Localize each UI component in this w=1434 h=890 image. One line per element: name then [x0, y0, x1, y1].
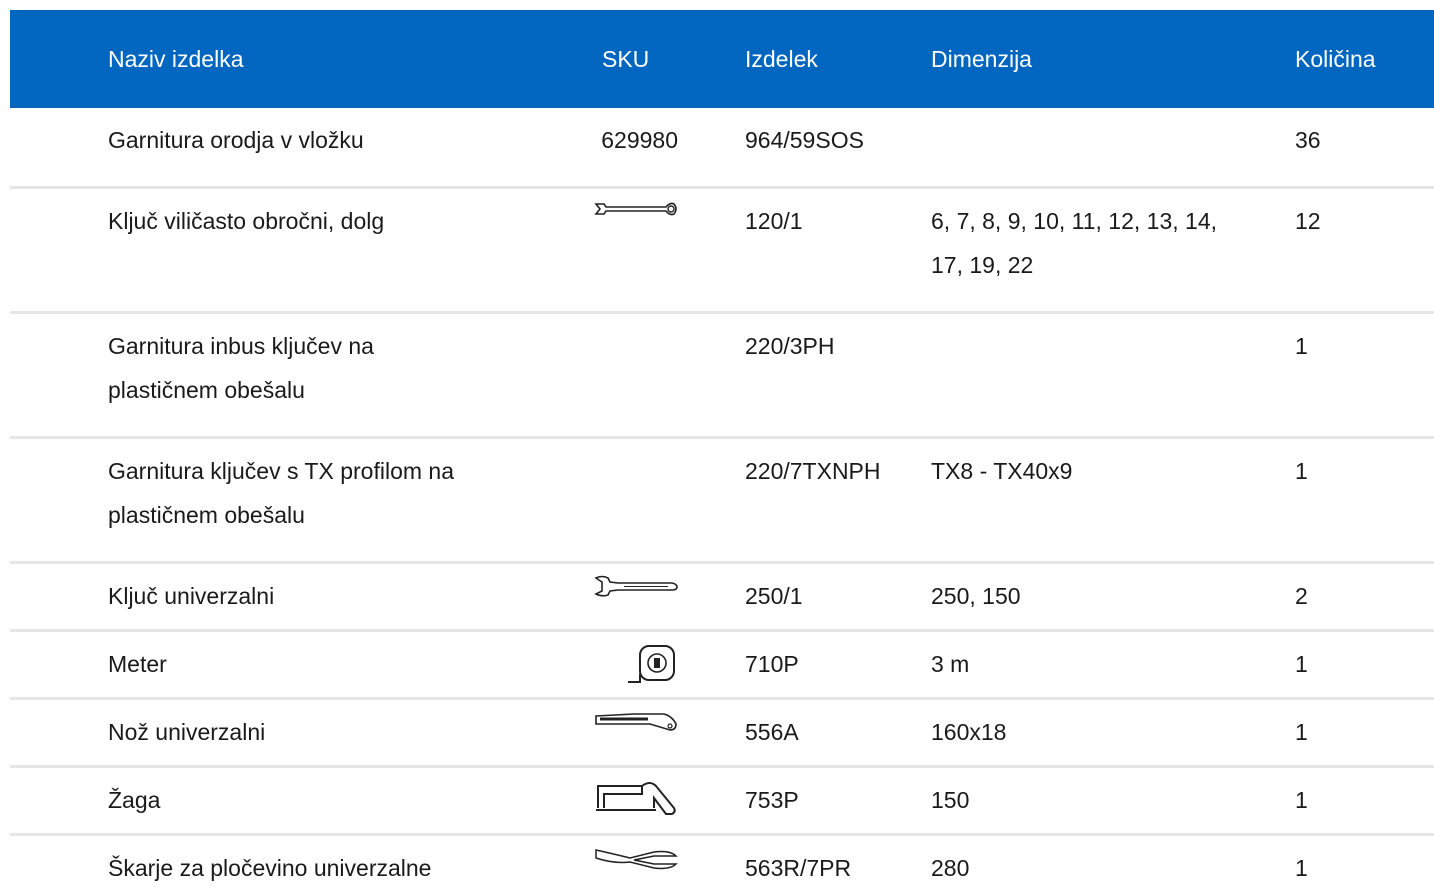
table-header-row: Naziv izdelka SKU Izdelek Dimenzija Koli…	[10, 10, 1434, 108]
table-row[interactable]: Garnitura orodja v vložku 629980 964/59S…	[10, 108, 1434, 188]
product-name[interactable]: Meter	[108, 632, 490, 697]
product-name[interactable]: Nož univerzalni	[108, 700, 490, 765]
product-quantity: 1	[1295, 632, 1434, 697]
product-quantity: 1	[1295, 700, 1434, 765]
products-table: Naziv izdelka SKU Izdelek Dimenzija Koli…	[10, 10, 1434, 890]
tape-measure-icon	[626, 642, 678, 686]
product-dimension: 280	[931, 836, 1238, 890]
product-code[interactable]: 753P	[745, 768, 874, 833]
column-header-product[interactable]: Izdelek	[688, 10, 874, 108]
product-code[interactable]: 964/59SOS	[745, 108, 874, 186]
table-row[interactable]: Garnitura ključev s TX profilom na plast…	[10, 438, 1434, 563]
product-dimension: 6, 7, 8, 9, 10, 11, 12, 13, 14, 17, 19, …	[931, 189, 1238, 311]
table-row[interactable]: Ključ univerzalni 250/1 250, 150 2	[10, 563, 1434, 631]
product-code[interactable]: 120/1	[745, 189, 874, 267]
column-header-dimension[interactable]: Dimenzija	[874, 10, 1238, 108]
product-name[interactable]: Ključ viličasto obročni, dolg	[108, 189, 490, 267]
product-quantity: 1	[1295, 439, 1434, 517]
combination-wrench-icon	[594, 199, 678, 243]
product-dimension: 160x18	[931, 700, 1238, 765]
table-row[interactable]: Ključ viličasto obročni, dolg 120/1 6, 7…	[10, 188, 1434, 313]
product-name[interactable]: Garnitura inbus ključev na plastičnem ob…	[108, 314, 490, 436]
product-name[interactable]: Žaga	[108, 768, 490, 833]
table-row[interactable]: Garnitura inbus ključev na plastičnem ob…	[10, 313, 1434, 438]
product-name[interactable]: Garnitura ključev s TX profilom na plast…	[108, 439, 490, 561]
product-dimension: 150	[931, 768, 1238, 833]
product-quantity: 12	[1295, 189, 1434, 267]
product-quantity: 1	[1295, 768, 1434, 833]
utility-knife-icon	[594, 710, 678, 754]
product-quantity: 1	[1295, 314, 1434, 392]
product-dimension	[931, 108, 1238, 142]
products-table-container: Naziv izdelka SKU Izdelek Dimenzija Koli…	[10, 10, 1434, 890]
product-name[interactable]: Ključ univerzalni	[108, 564, 490, 629]
product-sku: 629980	[510, 108, 678, 186]
product-sku	[510, 439, 678, 473]
product-name[interactable]: Škarje za pločevino univerzalne	[108, 836, 490, 890]
product-code[interactable]: 220/7TXNPH	[745, 439, 874, 517]
product-code[interactable]: 710P	[745, 632, 874, 697]
product-code[interactable]: 250/1	[745, 564, 874, 629]
product-code[interactable]: 563R/7PR	[745, 836, 874, 890]
table-row[interactable]: Meter 710P 3 m 1	[10, 631, 1434, 699]
table-row[interactable]: Žaga 753P 150 1	[10, 767, 1434, 835]
product-code[interactable]: 556A	[745, 700, 874, 765]
table-row[interactable]: Nož univerzalni 556A 160x18 1	[10, 699, 1434, 767]
product-name[interactable]: Garnitura orodja v vložku	[108, 108, 490, 186]
product-quantity: 1	[1295, 836, 1434, 890]
table-row[interactable]: Škarje za pločevino univerzalne 563R/7PR…	[10, 835, 1434, 890]
product-dimension	[931, 314, 1238, 348]
product-quantity: 2	[1295, 564, 1434, 629]
product-dimension: 3 m	[931, 632, 1238, 697]
hacksaw-icon	[594, 778, 678, 822]
column-header-name[interactable]: Naziv izdelka	[10, 10, 510, 108]
adjustable-wrench-icon	[594, 574, 678, 618]
product-dimension: 250, 150	[931, 564, 1238, 629]
tin-snips-icon	[594, 846, 678, 890]
product-sku	[510, 314, 678, 348]
product-dimension: TX8 - TX40x9	[931, 439, 1238, 517]
product-quantity: 36	[1295, 108, 1434, 186]
column-header-quantity[interactable]: Količina	[1238, 10, 1434, 108]
product-code[interactable]: 220/3PH	[745, 314, 874, 392]
column-header-sku[interactable]: SKU	[510, 10, 688, 108]
